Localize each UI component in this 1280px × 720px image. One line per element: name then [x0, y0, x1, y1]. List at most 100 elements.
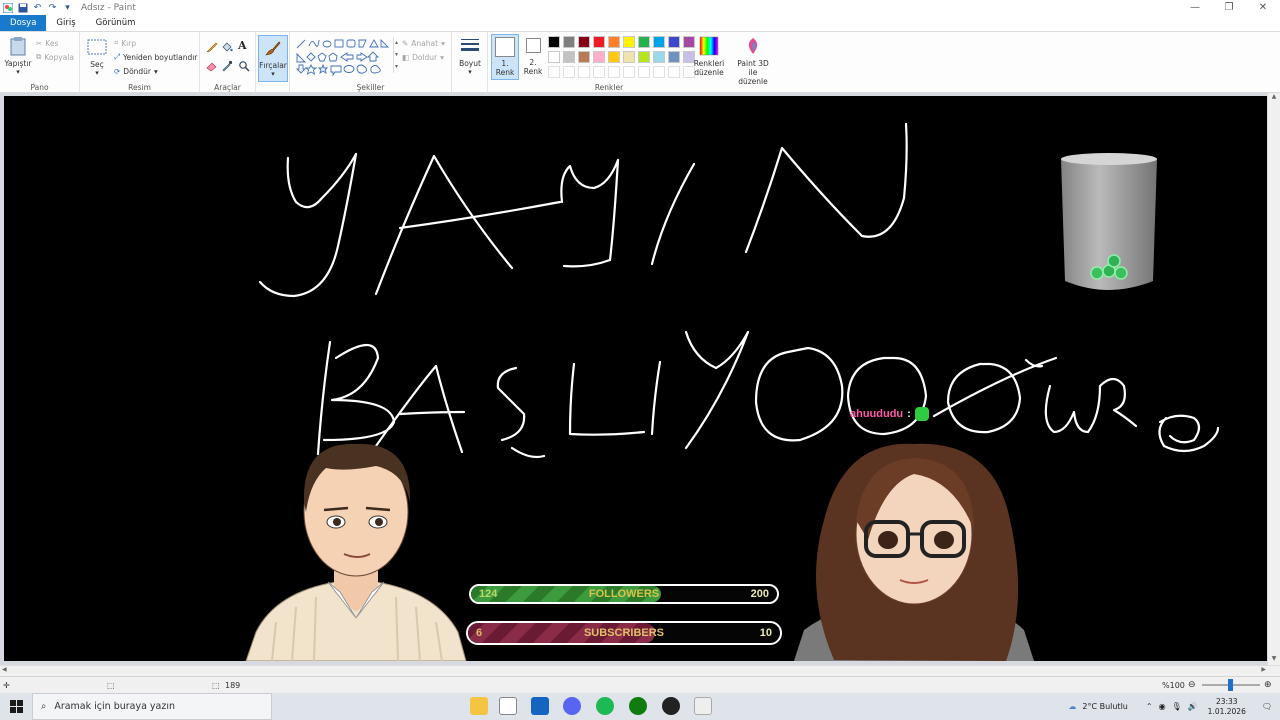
vertical-scrollbar[interactable]: ▲ ▼	[1268, 93, 1280, 665]
palette-swatch[interactable]	[548, 51, 560, 63]
zoom-out-icon[interactable]: ⊖	[1188, 680, 1196, 690]
palette-custom-swatch[interactable]	[593, 66, 605, 78]
eraser-icon[interactable]	[206, 60, 218, 72]
scroll-left-icon[interactable]: ◀	[2, 666, 7, 673]
zoom-in-icon[interactable]: ⊕	[1264, 680, 1272, 690]
crop-button[interactable]: ⌗ Kırp	[114, 37, 136, 49]
paint-app-icon[interactable]	[2, 2, 13, 13]
shapes-scroll[interactable]: ▴ ▾ ▾	[393, 37, 399, 73]
palette-swatch[interactable]	[593, 36, 605, 48]
magnifier-icon[interactable]	[238, 60, 250, 72]
clock-time: 23:33	[1215, 696, 1238, 706]
color2-button[interactable]: 2. Renk	[521, 38, 545, 76]
tab-dosya[interactable]: Dosya	[0, 15, 47, 31]
close-icon[interactable]: ✕	[1246, 0, 1280, 15]
copy-button[interactable]: ⧉ Kopyala	[36, 51, 74, 63]
palette-custom-swatch[interactable]	[578, 66, 590, 78]
palette-swatch[interactable]	[548, 36, 560, 48]
palette-custom-swatch[interactable]	[548, 66, 560, 78]
zoom-slider[interactable]	[1202, 679, 1260, 691]
drawing-canvas[interactable]: ahuududu : 124 FOLLOWERS 200 6 SUBSCRIBE…	[4, 96, 1267, 661]
group-label-araclar: Araçlar	[214, 83, 241, 92]
speaker-icon[interactable]: 🔊	[1188, 702, 1198, 711]
scissors-icon: ✂	[36, 38, 43, 48]
obs-icon[interactable]	[662, 697, 680, 715]
customize-icon[interactable]: ▾	[62, 2, 73, 13]
select-dropdown-icon[interactable]: ▾	[95, 69, 99, 78]
palette-swatch[interactable]	[608, 36, 620, 48]
outline-button[interactable]: ✎ Anahat ▾	[402, 37, 445, 49]
shapes-gallery[interactable]	[295, 37, 391, 79]
palette-swatch[interactable]	[563, 51, 575, 63]
palette-custom-swatch[interactable]	[563, 66, 575, 78]
text-icon[interactable]: A	[238, 39, 250, 52]
copy-label: Kopyala	[44, 52, 74, 62]
save-icon[interactable]	[17, 2, 28, 13]
minimize-icon[interactable]: —	[1178, 0, 1212, 15]
restore-icon[interactable]: ❐	[1212, 0, 1246, 15]
brushes-button[interactable]: Fırçalar ▾	[258, 35, 288, 82]
tab-giris[interactable]: Giriş	[46, 15, 85, 31]
outlook-icon[interactable]	[531, 697, 549, 715]
redo-icon[interactable]: ↷	[47, 2, 58, 13]
palette-swatch[interactable]	[653, 36, 665, 48]
rotate-icon: ⟳	[114, 66, 121, 76]
edit-colors-button[interactable]: Renkleri düzenle	[694, 36, 724, 77]
discord-icon[interactable]	[563, 697, 581, 715]
tray-chevron-icon[interactable]: ⌃	[1146, 702, 1153, 711]
windows-start-icon[interactable]	[0, 693, 32, 720]
color1-button[interactable]: 1. Renk	[491, 34, 519, 80]
palette-swatch[interactable]	[593, 51, 605, 63]
tab-gorunum[interactable]: Görünüm	[86, 15, 146, 31]
paste-button[interactable]: Yapıştır ▾	[4, 36, 32, 77]
line-width-icon	[461, 39, 479, 51]
clock[interactable]: 23:33 1.01.2026	[1208, 697, 1246, 717]
color-picker-icon[interactable]	[221, 60, 233, 72]
subscribers-label: SUBSCRIBERS	[583, 627, 665, 639]
palette-swatch[interactable]	[653, 51, 665, 63]
xbox-icon[interactable]	[629, 697, 647, 715]
palette-custom-swatch[interactable]	[653, 66, 665, 78]
system-tray: ☁ 2°C Bulutlu ⌃ ◉ 🎙 🔊 23:33 1.01.2026 🗨	[1068, 693, 1280, 720]
pencil-icon[interactable]	[206, 41, 218, 53]
palette-custom-swatch[interactable]	[623, 66, 635, 78]
palette-swatch[interactable]	[578, 36, 590, 48]
resize-button[interactable]: ⤢ Yeniden boyutlandır	[114, 51, 197, 63]
spotify-icon[interactable]	[596, 697, 614, 715]
undo-icon[interactable]: ↶	[32, 2, 43, 13]
fill-bucket-icon[interactable]	[221, 41, 233, 53]
stroke-o4	[1044, 377, 1138, 434]
store-icon[interactable]	[499, 697, 517, 715]
palette-swatch[interactable]	[608, 51, 620, 63]
scroll-up-icon[interactable]: ▲	[1268, 93, 1280, 103]
select-button[interactable]: Seç ▾	[85, 37, 109, 78]
weather-text[interactable]: 2°C Bulutlu	[1082, 702, 1128, 711]
size-button[interactable]: Boyut ▾	[455, 36, 485, 77]
file-explorer-icon[interactable]	[470, 697, 488, 715]
palette-custom-swatch[interactable]	[668, 66, 680, 78]
palette-swatch[interactable]	[668, 36, 680, 48]
paint-taskbar-icon[interactable]	[694, 697, 712, 715]
palette-custom-swatch[interactable]	[608, 66, 620, 78]
scroll-right-icon[interactable]: ▶	[1261, 666, 1266, 673]
zoom-slider-thumb[interactable]	[1228, 679, 1233, 691]
paint3d-button[interactable]: Paint 3D ile düzenle	[733, 36, 773, 86]
palette-swatch[interactable]	[578, 51, 590, 63]
notification-icon[interactable]: 🗨	[1262, 702, 1272, 711]
palette-swatch[interactable]	[623, 51, 635, 63]
palette-custom-swatch[interactable]	[638, 66, 650, 78]
taskbar-search[interactable]: ⌕ Aramak için buraya yazın	[32, 693, 272, 720]
scroll-down-icon[interactable]: ▼	[1268, 655, 1280, 665]
rotate-button[interactable]: ⟳ Döndür ▾	[114, 65, 158, 77]
palette-swatch[interactable]	[638, 36, 650, 48]
palette-swatch[interactable]	[623, 36, 635, 48]
palette-swatch[interactable]	[638, 51, 650, 63]
palette-swatch[interactable]	[563, 36, 575, 48]
cut-button[interactable]: ✂ Kes	[36, 37, 58, 49]
network-icon[interactable]: ◉	[1159, 702, 1166, 711]
palette-swatch[interactable]	[668, 51, 680, 63]
microphone-icon[interactable]: 🎙	[1172, 702, 1182, 711]
horizontal-scrollbar[interactable]: ◀ ▶	[0, 665, 1280, 676]
fill-button[interactable]: ◧ Doldur ▾	[402, 51, 444, 63]
paste-dropdown-icon[interactable]: ▾	[16, 68, 20, 77]
